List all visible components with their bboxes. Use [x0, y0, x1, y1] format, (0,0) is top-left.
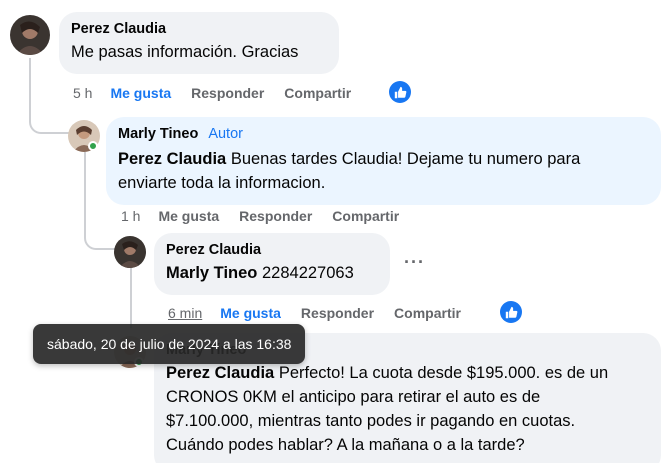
comment-bubble: Perez Claudia Me pasas información. Grac…	[59, 12, 339, 74]
timestamp[interactable]: 1 h	[121, 208, 140, 224]
avatar-photo-icon	[114, 236, 146, 268]
share-button[interactable]: Compartir	[332, 208, 399, 224]
comment-text-line: enviarte toda la informacion.	[118, 174, 326, 192]
thread-line-nested	[130, 264, 132, 328]
comment-bubble: Perez Claudia Marly Tineo 2284227063	[154, 233, 390, 295]
comment-author-line: Marly Tineo Autor	[118, 125, 649, 143]
mention-link[interactable]: Perez Claudia	[166, 364, 274, 382]
comment-text-line: Cuándo podes hablar? A la mañana o a la …	[166, 436, 525, 454]
comment-actions: 5 h Me gusta Responder Compartir	[73, 83, 371, 103]
comment-author[interactable]: Perez Claudia	[71, 20, 327, 38]
thread-connector-1	[29, 100, 69, 134]
thumbs-up-icon	[505, 306, 517, 318]
thread-connector-2	[84, 220, 116, 250]
timestamp[interactable]: 5 h	[73, 85, 92, 101]
comment-text-body: 2284227063	[261, 264, 354, 282]
online-status-dot	[88, 141, 98, 151]
like-reaction-badge[interactable]	[500, 301, 522, 323]
comment-bubble: Marly Tineo Autor Perez Claudia Buenas ta…	[106, 117, 661, 205]
mention-link[interactable]: Marly Tineo	[166, 264, 257, 282]
comment-text-line: $7.100.000, mientras tanto podes ir paga…	[166, 412, 576, 430]
timestamp[interactable]: 6 min	[168, 305, 202, 321]
comment-text-line: CRONOS 0KM el anticipo para retirar el a…	[166, 388, 541, 406]
comment-author[interactable]: Perez Claudia	[166, 241, 378, 259]
comment-author[interactable]: Marly Tineo	[118, 126, 198, 142]
like-reaction-badge[interactable]	[389, 81, 411, 103]
avatar[interactable]	[114, 236, 146, 268]
share-button[interactable]: Compartir	[284, 85, 351, 101]
thumbs-up-icon	[394, 86, 406, 98]
comment-text-line: Perfecto! La cuota desde $195.000. es de…	[278, 364, 609, 382]
reply-button[interactable]: Responder	[191, 85, 264, 101]
comment-text: Perez Claudia Perfecto! La cuota desde $…	[166, 361, 649, 457]
comment-actions: 6 min Me gusta Responder Compartir	[168, 303, 481, 323]
comment-text: Me pasas información. Gracias	[71, 43, 299, 61]
timestamp-tooltip: sábado, 20 de julio de 2024 a las 16:38	[33, 324, 306, 364]
mention-link[interactable]: Perez Claudia	[118, 150, 226, 168]
reply-button[interactable]: Responder	[239, 208, 312, 224]
like-button[interactable]: Me gusta	[220, 305, 281, 321]
like-button[interactable]: Me gusta	[110, 85, 171, 101]
more-options-icon[interactable]: ···	[404, 252, 425, 273]
share-button[interactable]: Compartir	[394, 305, 461, 321]
comment-text: Marly Tineo 2284227063	[166, 261, 378, 285]
avatar-photo-icon	[10, 15, 50, 55]
like-button[interactable]: Me gusta	[158, 208, 219, 224]
avatar[interactable]	[10, 15, 50, 55]
reply-button[interactable]: Responder	[301, 305, 374, 321]
comment-text-line: Buenas tardes Claudia! Dejame tu numero …	[230, 150, 581, 168]
author-badge: Autor	[208, 126, 243, 142]
comment-text: Perez Claudia Buenas tardes Claudia! Dej…	[118, 147, 649, 195]
comment-actions: 1 h Me gusta Responder Compartir	[121, 206, 419, 226]
